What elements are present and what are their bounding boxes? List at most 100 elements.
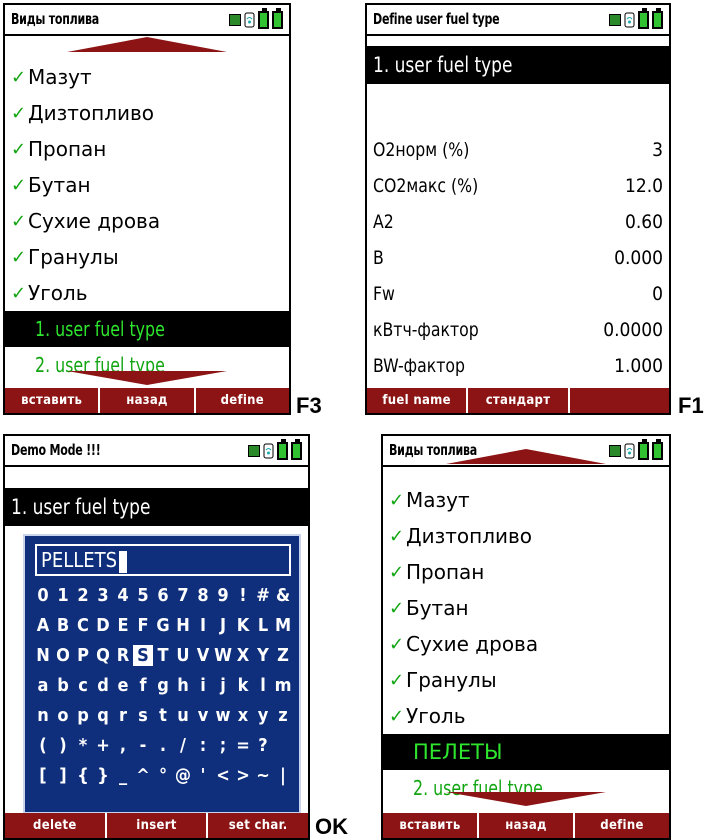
delete-button[interactable]: delete: [5, 813, 105, 838]
list-item[interactable]: ✓ Дизтопливо: [383, 518, 669, 554]
key-5-9[interactable]: ;: [213, 735, 233, 756]
insert-button[interactable]: вставить: [5, 388, 98, 413]
key-1-7[interactable]: H: [173, 615, 193, 636]
key-0-12[interactable]: &: [273, 585, 293, 606]
key-3-1[interactable]: b: [53, 675, 73, 696]
key-1-10[interactable]: K: [233, 615, 253, 636]
scroll-up-arrow[interactable]: [5, 36, 289, 54]
key-5-5[interactable]: -: [133, 735, 153, 756]
key-1-9[interactable]: J: [213, 615, 233, 636]
list-item[interactable]: ✓ Пропан: [5, 131, 289, 167]
key-6-2[interactable]: {: [73, 765, 93, 786]
key-0-3[interactable]: 3: [93, 585, 113, 606]
list-item[interactable]: ✓ Бутан: [383, 590, 669, 626]
key-5-11[interactable]: ?: [253, 735, 273, 756]
key-0-10[interactable]: !: [233, 585, 253, 606]
key-2-8[interactable]: V: [193, 645, 213, 666]
key-6-9[interactable]: <: [213, 765, 233, 786]
key-6-11[interactable]: ~: [253, 765, 273, 786]
key-5-2[interactable]: *: [73, 735, 93, 756]
back-button[interactable]: назад: [98, 388, 193, 413]
key-4-6[interactable]: t: [153, 705, 173, 726]
key-2-12[interactable]: Z: [273, 645, 293, 666]
key-3-9[interactable]: j: [213, 675, 233, 696]
key-3-12[interactable]: m: [273, 675, 293, 696]
key-5-3[interactable]: +: [93, 735, 113, 756]
list-item[interactable]: ✓ Уголь: [383, 698, 669, 734]
key-2-3[interactable]: Q: [93, 645, 113, 666]
key-0-2[interactable]: 2: [73, 585, 93, 606]
key-5-4[interactable]: ,: [113, 735, 133, 756]
key-3-8[interactable]: i: [193, 675, 213, 696]
key-2-1[interactable]: O: [53, 645, 73, 666]
list-item[interactable]: ✓ Сухие дрова: [383, 626, 669, 662]
key-0-1[interactable]: 1: [53, 585, 73, 606]
define-button[interactable]: define: [573, 813, 669, 838]
list-item[interactable]: ✓ Бутан: [5, 167, 289, 203]
key-1-1[interactable]: B: [53, 615, 73, 636]
key-0-11[interactable]: #: [253, 585, 273, 606]
key-3-11[interactable]: l: [253, 675, 273, 696]
list-item[interactable]: ✓ Уголь: [5, 275, 289, 311]
list-item[interactable]: ✓ Пропан: [383, 554, 669, 590]
key-2-11[interactable]: Y: [253, 645, 273, 666]
key-2-4[interactable]: R: [113, 645, 133, 666]
key-4-5[interactable]: s: [133, 705, 153, 726]
param-row[interactable]: BW-фактор 1.000: [367, 348, 669, 384]
key-3-5[interactable]: f: [133, 675, 153, 696]
key-6-8[interactable]: ': [193, 765, 213, 786]
scroll-down-arrow[interactable]: [5, 369, 289, 387]
key-1-8[interactable]: I: [193, 615, 213, 636]
key-0-8[interactable]: 8: [193, 585, 213, 606]
key-1-0[interactable]: A: [33, 615, 53, 636]
key-5-10[interactable]: =: [233, 735, 253, 756]
param-row[interactable]: Fw 0: [367, 276, 669, 312]
key-5-0[interactable]: (: [33, 735, 53, 756]
list-item-selected[interactable]: ПЕЛЕТЫ: [383, 734, 669, 770]
key-1-6[interactable]: G: [153, 615, 173, 636]
key-3-2[interactable]: c: [73, 675, 93, 696]
key-0-4[interactable]: 4: [113, 585, 133, 606]
key-2-5[interactable]: S: [133, 644, 153, 666]
key-6-12[interactable]: |: [273, 765, 293, 786]
key-4-11[interactable]: y: [253, 705, 273, 726]
key-5-1[interactable]: ): [53, 735, 73, 756]
list-item[interactable]: ✓ Мазут: [5, 59, 289, 95]
key-0-6[interactable]: 6: [153, 585, 173, 606]
insert-char-button[interactable]: insert: [104, 813, 207, 838]
key-3-4[interactable]: e: [113, 675, 133, 696]
key-6-3[interactable]: }: [93, 765, 113, 786]
key-4-8[interactable]: v: [193, 705, 213, 726]
list-item[interactable]: ✓ Гранулы: [5, 239, 289, 275]
list-item[interactable]: ✓ Мазут: [383, 482, 669, 518]
key-3-0[interactable]: a: [33, 675, 53, 696]
fuel-name-input[interactable]: PELLETS: [35, 544, 291, 576]
fuel-name-button[interactable]: fuel name: [367, 388, 466, 413]
key-1-3[interactable]: D: [93, 615, 113, 636]
key-6-4[interactable]: _: [113, 765, 133, 786]
list-item[interactable]: ✓ Гранулы: [383, 662, 669, 698]
scroll-up-arrow[interactable]: [383, 448, 669, 466]
key-0-9[interactable]: 9: [213, 585, 233, 606]
key-4-1[interactable]: o: [53, 705, 73, 726]
key-6-6[interactable]: °: [153, 765, 173, 786]
key-1-2[interactable]: C: [73, 615, 93, 636]
key-0-0[interactable]: 0: [33, 585, 53, 606]
key-1-4[interactable]: E: [113, 615, 133, 636]
key-4-0[interactable]: n: [33, 705, 53, 726]
key-6-0[interactable]: [: [33, 765, 53, 786]
key-4-12[interactable]: z: [273, 705, 293, 726]
key-0-5[interactable]: 5: [133, 585, 153, 606]
list-item[interactable]: ✓ Сухие дрова: [5, 203, 289, 239]
key-4-3[interactable]: q: [93, 705, 113, 726]
key-5-7[interactable]: /: [173, 735, 193, 756]
param-row[interactable]: CO2макс (%) 12.0: [367, 168, 669, 204]
param-row[interactable]: A2 0.60: [367, 204, 669, 240]
key-6-7[interactable]: @: [173, 765, 193, 786]
define-button[interactable]: define: [193, 388, 289, 413]
key-5-6[interactable]: .: [153, 735, 173, 756]
key-6-1[interactable]: ]: [53, 765, 73, 786]
list-item-selected[interactable]: 1. user fuel type: [5, 311, 289, 347]
key-1-11[interactable]: L: [253, 615, 273, 636]
scroll-down-arrow[interactable]: [383, 790, 669, 808]
